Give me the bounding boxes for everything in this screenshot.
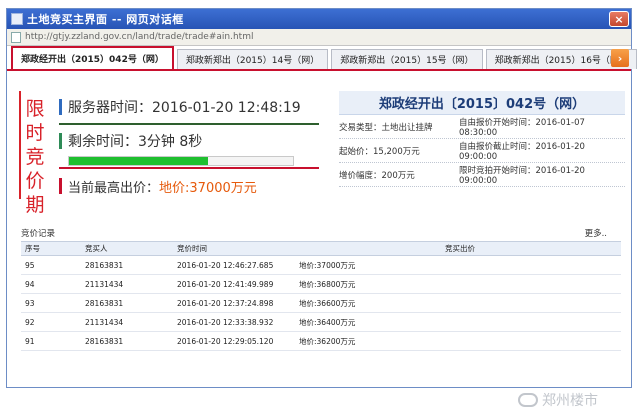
- table-row: 91 28163831 2016-01-20 12:29:05.120 地价:3…: [21, 331, 621, 351]
- table-header-row: 序号 竞买人 竞价时间 竞买出价: [21, 241, 621, 256]
- col-header: 竞价时间: [173, 241, 295, 256]
- marker-icon: [59, 178, 62, 194]
- remaining-time-row: 剩余时间：3分钟 8秒: [59, 125, 319, 169]
- cell-price: 地价:36200万元: [295, 331, 621, 351]
- detail-right: 自由报价开始时间：2016-01-07 08:30:00: [459, 117, 585, 138]
- tab-strip: 郑政经开出（2015）042号（网） 郑政新郑出（2015）14号（网） 郑政新…: [7, 46, 637, 71]
- parcel-detail-panel: 郑政经开出〔2015〕042号（网） 交易类型：土地出让挂牌 自由报价开始时间：…: [339, 91, 625, 187]
- tab-scroll-right-icon[interactable]: ›: [611, 49, 629, 67]
- col-header: 竞买出价: [295, 241, 621, 256]
- col-header: 序号: [21, 241, 81, 256]
- tab-042[interactable]: 郑政经开出（2015）042号（网）: [11, 46, 174, 69]
- cell-seq: 94: [21, 274, 81, 294]
- cell-seq: 93: [21, 293, 81, 313]
- dialog-window: 土地竞买主界面 -- 网页对话框 × http://gtjy.zzland.go…: [6, 8, 637, 388]
- cell-seq: 91: [21, 331, 81, 351]
- detail-row: 交易类型：土地出让挂牌 自由报价开始时间：2016-01-07 08:30:00: [339, 115, 625, 139]
- cell-time: 2016-01-20 12:29:05.120: [173, 331, 295, 351]
- detail-left: 交易类型：土地出让挂牌: [339, 122, 433, 133]
- cell-bidder: 28163831: [81, 331, 173, 351]
- bid-record-header: 竞价记录 更多..: [21, 227, 621, 241]
- cell-bidder: 21131434: [81, 274, 173, 294]
- cell-bidder: 21131434: [81, 312, 173, 332]
- cell-time: 2016-01-20 12:46:27.685: [173, 255, 295, 275]
- cell-price: 地价:36600万元: [295, 293, 621, 313]
- server-time: 服务器时间：2016-01-20 12:48:19: [68, 100, 301, 116]
- remaining-time: 剩余时间：3分钟 8秒: [68, 134, 203, 150]
- cell-bidder: 28163831: [81, 293, 173, 313]
- server-time-row: 服务器时间：2016-01-20 12:48:19: [59, 91, 319, 125]
- watermark-text: 郑州楼市: [542, 393, 598, 409]
- tab-label: 郑政新郑出（2015）16号（网）: [494, 56, 628, 66]
- countdown-progress: [68, 156, 294, 166]
- address-bar: http://gtjy.zzland.gov.cn/land/trade/tra…: [7, 29, 631, 46]
- cell-seq: 95: [21, 255, 81, 275]
- watermark: 郑州楼市: [518, 390, 598, 410]
- col-header: 竞买人: [81, 241, 173, 256]
- wechat-icon: [518, 393, 538, 407]
- tab-14[interactable]: 郑政新郑出（2015）14号（网）: [176, 49, 329, 69]
- cell-time: 2016-01-20 12:37:24.898: [173, 293, 295, 313]
- cell-time: 2016-01-20 12:33:38.932: [173, 312, 295, 332]
- cell-price: 地价:37000万元: [295, 255, 621, 275]
- more-link[interactable]: 更多..: [585, 227, 607, 241]
- detail-row: 增价幅度：200万元 限时竞拍开始时间：2016-01-20 09:00:00: [339, 163, 625, 187]
- detail-left: 增价幅度：200万元: [339, 170, 415, 181]
- table-row: 95 28163831 2016-01-20 12:46:27.685 地价:3…: [21, 255, 621, 275]
- detail-right: 自由报价截止时间：2016-01-20 09:00:00: [459, 141, 585, 162]
- highest-bid-row: 当前最高出价： 地价:37000万元: [59, 169, 319, 203]
- tab-label: 郑政经开出（2015）042号（网）: [21, 55, 164, 65]
- window-title: 土地竞买主界面 -- 网页对话框: [27, 13, 184, 26]
- marker-icon: [59, 133, 62, 149]
- detail-right: 限时竞拍开始时间：2016-01-20 09:00:00: [459, 165, 585, 186]
- table-row: 93 28163831 2016-01-20 12:37:24.898 地价:3…: [21, 293, 621, 313]
- address-url: http://gtjy.zzland.gov.cn/land/trade/tra…: [25, 32, 254, 42]
- phase-label: 限时竞价期: [25, 98, 45, 216]
- title-bar: 土地竞买主界面 -- 网页对话框 ×: [7, 9, 631, 29]
- tab-label: 郑政新郑出（2015）14号（网）: [185, 56, 320, 66]
- highest-bid-label: 当前最高出价：: [68, 180, 160, 196]
- bid-record-section: 竞价记录 更多.. 序号 竞买人 竞价时间 竞买出价 95 28163831 2…: [21, 227, 621, 351]
- bid-record-table: 序号 竞买人 竞价时间 竞买出价 95 28163831 2016-01-20 …: [21, 241, 621, 351]
- table-row: 94 21131434 2016-01-20 12:41:49.989 地价:3…: [21, 274, 621, 294]
- table-row: 92 21131434 2016-01-20 12:33:38.932 地价:3…: [21, 312, 621, 332]
- bid-record-title: 竞价记录: [21, 229, 56, 239]
- highest-bid-value: 地价:37000万元: [159, 180, 257, 196]
- cell-price: 地价:36400万元: [295, 312, 621, 332]
- cell-seq: 92: [21, 312, 81, 332]
- marker-icon: [59, 99, 62, 115]
- detail-left: 起始价：15,200万元: [339, 146, 420, 157]
- parcel-title: 郑政经开出〔2015〕042号（网）: [339, 91, 625, 115]
- tab-15[interactable]: 郑政新郑出（2015）15号（网）: [331, 49, 483, 69]
- countdown-progress-fill: [69, 157, 208, 165]
- cell-time: 2016-01-20 12:41:49.989: [173, 274, 295, 294]
- close-button[interactable]: ×: [609, 11, 629, 27]
- cell-price: 地价:36800万元: [295, 274, 621, 294]
- cell-bidder: 28163831: [81, 255, 173, 275]
- page-icon: [11, 31, 21, 43]
- status-panel: 服务器时间：2016-01-20 12:48:19 剩余时间：3分钟 8秒 当前…: [59, 91, 319, 205]
- tab-label: 郑政新郑出（2015）15号（网）: [340, 56, 474, 66]
- detail-row: 起始价：15,200万元 自由报价截止时间：2016-01-20 09:00:0…: [339, 139, 625, 163]
- window-icon: [11, 13, 23, 25]
